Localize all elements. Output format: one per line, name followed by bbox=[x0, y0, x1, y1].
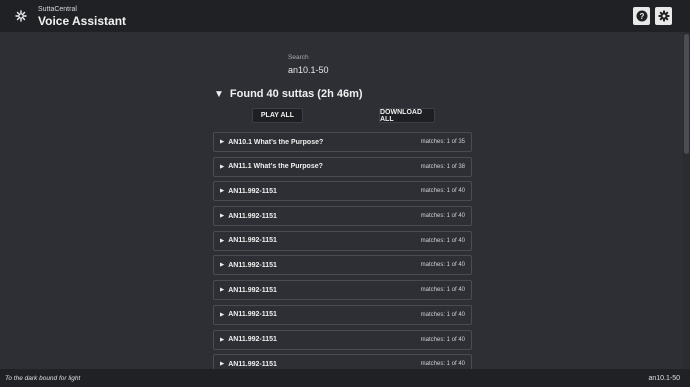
expand-triangle-icon: ▶ bbox=[220, 213, 225, 220]
expand-triangle-icon: ▶ bbox=[220, 287, 225, 294]
expand-triangle-icon: ▶ bbox=[220, 163, 225, 170]
result-matches: matches: 1 of 40 bbox=[420, 213, 465, 220]
result-title: AN11.992-1151 bbox=[228, 311, 277, 319]
play-all-button[interactable]: PLAY ALL bbox=[252, 108, 303, 123]
result-row[interactable]: ▶ AN11.992-1151 matches: 1 of 40 bbox=[213, 181, 472, 202]
settings-button[interactable] bbox=[655, 7, 672, 25]
result-matches: matches: 1 of 35 bbox=[420, 139, 465, 145]
result-matches: matches: 1 of 40 bbox=[420, 311, 465, 318]
result-title: AN11.992-1151 bbox=[228, 360, 277, 368]
status-search: an10.1-50 bbox=[648, 374, 680, 382]
result-row[interactable]: ▶ AN11.992-1151 matches: 1 of 40 bbox=[213, 255, 472, 276]
result-row[interactable]: ▶ AN11.992-1151 matches: 1 of 40 bbox=[213, 206, 472, 227]
app-bar: SuttaCentral Voice Assistant ? bbox=[0, 0, 690, 32]
expand-triangle-icon: ▶ bbox=[220, 361, 225, 368]
result-matches: matches: 1 of 40 bbox=[420, 188, 465, 195]
results-heading[interactable]: ▼ Found 40 suttas (2h 46m) bbox=[214, 88, 363, 100]
app-subtitle: SuttaCentral bbox=[38, 5, 77, 13]
result-row[interactable]: ▶ AN11.992-1151 matches: 1 of 40 bbox=[213, 304, 472, 325]
gear-icon bbox=[658, 10, 669, 22]
expand-triangle-icon: ▶ bbox=[220, 139, 225, 145]
result-title: AN11.992-1151 bbox=[228, 286, 277, 294]
collapse-triangle-icon: ▼ bbox=[214, 88, 224, 100]
app-title: Voice Assistant bbox=[38, 13, 127, 28]
result-row[interactable]: ▶ AN11.992-1151 matches: 1 of 40 bbox=[213, 329, 472, 350]
result-title: AN11.992-1151 bbox=[228, 212, 277, 220]
wheel-icon bbox=[14, 9, 28, 23]
svg-text:?: ? bbox=[639, 12, 644, 21]
result-matches: matches: 1 of 40 bbox=[420, 361, 465, 368]
result-row[interactable]: ▶ AN11.992-1151 matches: 1 of 40 bbox=[213, 280, 472, 301]
result-title: AN11.992-1151 bbox=[228, 187, 277, 195]
results-heading-text: Found 40 suttas (2h 46m) bbox=[229, 88, 363, 100]
result-matches: matches: 1 of 40 bbox=[420, 336, 465, 343]
download-all-button[interactable]: DOWNLOAD ALL bbox=[379, 108, 435, 123]
result-title: AN11.1 What’s the Purpose? bbox=[228, 163, 323, 171]
result-row[interactable]: ▶ AN11.1 What’s the Purpose? matches: 1 of… bbox=[213, 156, 472, 177]
result-title: AN11.992-1151 bbox=[228, 261, 277, 269]
scrollbar-thumb[interactable] bbox=[684, 34, 689, 154]
result-row[interactable]: ▶ AN11.992-1151 matches: 1 of 40 bbox=[213, 230, 472, 251]
top-actions: ? bbox=[633, 7, 672, 25]
status-quote: To the dark bound for light bbox=[5, 374, 81, 382]
help-button[interactable]: ? bbox=[633, 7, 650, 25]
result-title: AN10.1 What’s the Purpose? bbox=[228, 138, 324, 146]
result-matches: matches: 1 of 40 bbox=[420, 237, 465, 244]
result-matches: matches: 1 of 40 bbox=[420, 262, 465, 269]
expand-triangle-icon: ▶ bbox=[220, 311, 225, 318]
result-row[interactable]: ▶ AN10.1 What’s the Purpose? matches: 1 of… bbox=[213, 132, 472, 152]
search-label: Search bbox=[288, 54, 309, 61]
search-summary: Search an10.1-50 bbox=[288, 54, 329, 75]
result-matches: matches: 1 of 40 bbox=[420, 287, 465, 294]
results-list: ▶ AN10.1 What’s the Purpose? matches: 1 of… bbox=[213, 132, 472, 379]
result-matches: matches: 1 of 38 bbox=[420, 163, 465, 170]
app-titles: SuttaCentral Voice Assistant bbox=[38, 6, 126, 27]
expand-triangle-icon: ▶ bbox=[220, 262, 225, 269]
result-title: AN11.992-1151 bbox=[228, 336, 277, 343]
help-icon: ? bbox=[636, 10, 647, 22]
expand-triangle-icon: ▶ bbox=[220, 336, 225, 343]
result-title: AN11.992-1151 bbox=[228, 237, 277, 245]
expand-triangle-icon: ▶ bbox=[220, 237, 225, 244]
expand-triangle-icon: ▶ bbox=[220, 188, 225, 195]
search-value: an10.1-50 bbox=[288, 65, 329, 75]
status-bar: To the dark bound for light an10.1-50 bbox=[0, 369, 690, 387]
